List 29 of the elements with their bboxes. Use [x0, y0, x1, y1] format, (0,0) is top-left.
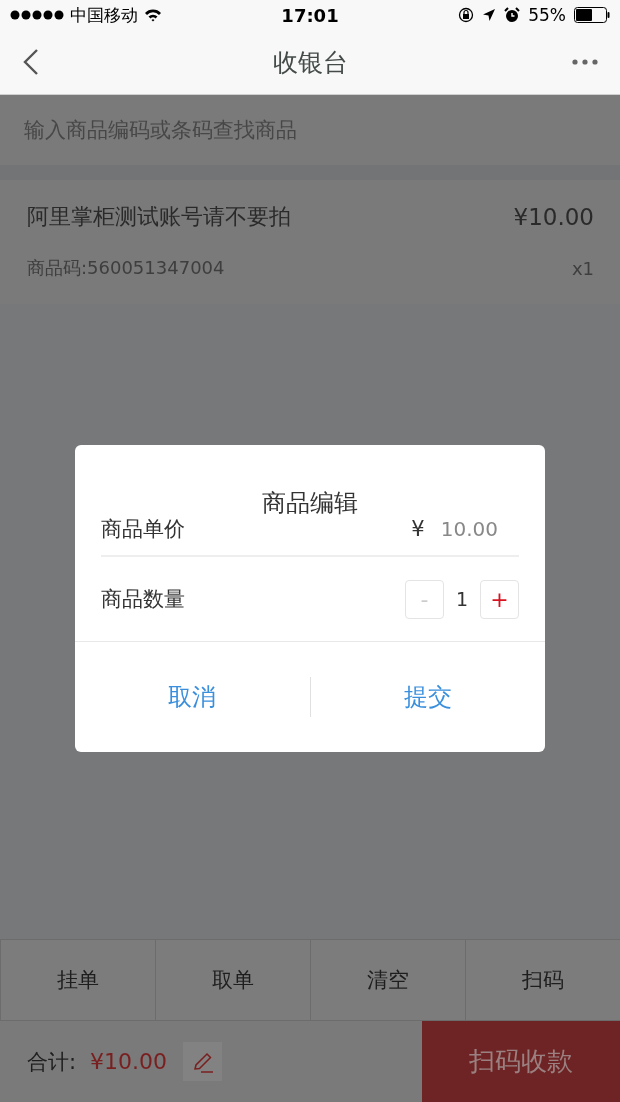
alarm-clock-icon: [504, 7, 521, 23]
price-value: 10.00: [440, 517, 498, 541]
price-label: 商品单价: [101, 516, 185, 543]
product-code: 商品码:560051347004: [27, 256, 225, 280]
page-title: 收银台: [272, 47, 348, 77]
wifi-icon: [144, 8, 162, 22]
location-arrow-icon: [482, 8, 497, 22]
clock-time: 17:01: [281, 4, 339, 26]
increment-button[interactable]: +: [480, 579, 519, 619]
battery-percent: 55%: [528, 5, 566, 25]
carrier-name: 中国移动: [70, 3, 138, 27]
scan-pay-button[interactable]: 扫码收款: [422, 1021, 620, 1102]
edit-button[interactable]: [183, 1042, 223, 1081]
cancel-button[interactable]: 取消: [75, 642, 310, 752]
product-price: ¥10.00: [513, 204, 594, 230]
product-quantity: x1: [571, 257, 594, 279]
submit-button[interactable]: 提交: [310, 642, 545, 752]
total-amount: ¥10.00: [90, 1049, 168, 1074]
quantity-label: 商品数量: [101, 586, 185, 613]
battery-icon: [574, 7, 610, 23]
currency-symbol: ¥: [411, 517, 425, 541]
quantity-value: 1: [455, 588, 468, 610]
rotation-lock-icon: [458, 7, 475, 23]
back-icon[interactable]: [22, 48, 40, 76]
more-icon[interactable]: [572, 59, 598, 65]
signal-icon: [10, 10, 64, 20]
dialog-title: 商品编辑: [261, 489, 359, 517]
total-label: 合计:: [27, 1048, 77, 1076]
product-name: 阿里掌柜测试账号请不要拍: [27, 203, 291, 231]
